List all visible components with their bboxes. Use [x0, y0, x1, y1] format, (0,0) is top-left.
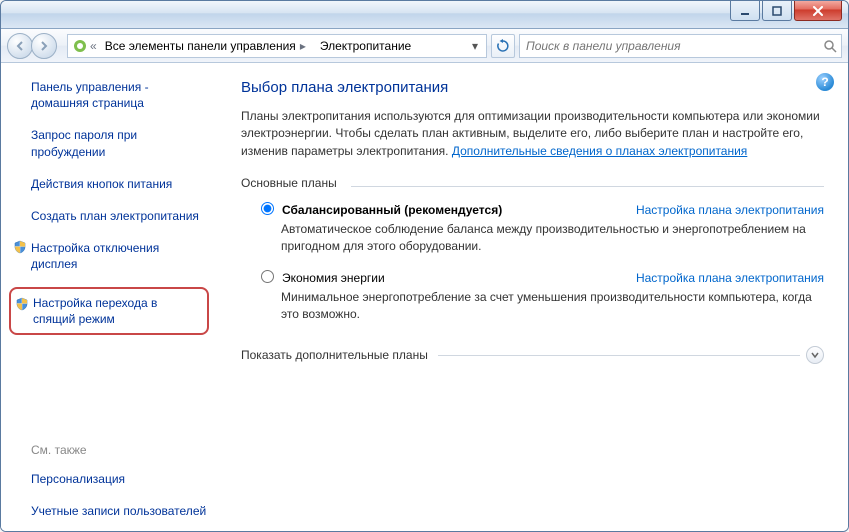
chevron-down-icon [810, 350, 820, 360]
maximize-button[interactable] [762, 1, 792, 21]
show-more-plans-row: Показать дополнительные планы [241, 346, 824, 364]
plan-radio-saver[interactable] [261, 270, 274, 283]
plan-settings-link[interactable]: Настройка плана электропитания [636, 203, 824, 217]
plan-name-label: Экономия энергии [282, 271, 385, 285]
sidebar-link-power-buttons[interactable]: Действия кнопок питания [13, 174, 209, 194]
breadcrumb[interactable]: « Все элементы панели управления ▸ Элект… [67, 34, 487, 58]
plan-radio-balanced[interactable] [261, 202, 274, 215]
minimize-button[interactable] [730, 1, 760, 21]
power-options-icon [72, 38, 88, 54]
help-icon[interactable]: ? [816, 73, 834, 91]
divider [438, 355, 800, 356]
nav-buttons-group [7, 32, 63, 60]
refresh-button[interactable] [491, 34, 515, 58]
window-titlebar [1, 1, 848, 29]
main-content: ? Выбор плана электропитания Планы элект… [217, 63, 848, 531]
power-plan-saver: Экономия энергии Настройка плана электро… [241, 265, 824, 333]
sidebar: Панель управления - домашняя страница За… [1, 63, 217, 531]
sidebar-link-label: Настройка перехода в спящий режим [33, 296, 157, 326]
breadcrumb-dropdown-icon[interactable]: ▾ [468, 39, 482, 53]
show-more-plans-label: Показать дополнительные планы [241, 348, 428, 362]
more-info-link[interactable]: Дополнительные сведения о планах электро… [452, 144, 747, 158]
arrow-left-icon [14, 40, 26, 52]
close-button[interactable] [794, 1, 842, 21]
power-plan-balanced: Сбалансированный (рекомендуется) Настрой… [241, 197, 824, 265]
section-main-plans-label: Основные планы [241, 176, 824, 190]
address-toolbar: « Все элементы панели управления ▸ Элект… [1, 29, 848, 63]
sidebar-link-create-plan[interactable]: Создать план электропитания [13, 206, 209, 226]
refresh-icon [496, 39, 510, 53]
minimize-icon [740, 6, 750, 16]
page-title: Выбор плана электропитания [241, 79, 824, 96]
forward-button[interactable] [31, 33, 57, 59]
maximize-icon [772, 6, 782, 16]
breadcrumb-segment-all-items[interactable]: Все элементы панели управления ▸ [99, 35, 312, 57]
page-description: Планы электропитания используются для оп… [241, 108, 824, 160]
close-icon [812, 6, 824, 16]
back-button[interactable] [7, 33, 33, 59]
shield-icon [13, 240, 27, 254]
breadcrumb-text: Все элементы панели управления [105, 39, 296, 53]
sidebar-link-display-off[interactable]: Настройка отключения дисплея [13, 238, 209, 274]
plan-description: Минимальное энергопотребление за счет ум… [281, 289, 824, 323]
divider [351, 186, 824, 187]
sidebar-link-personalization[interactable]: Персонализация [13, 469, 209, 489]
arrow-right-icon [38, 40, 50, 52]
expand-button[interactable] [806, 346, 824, 364]
control-panel-window: « Все элементы панели управления ▸ Элект… [0, 0, 849, 532]
chevron-left-icon: « [90, 39, 97, 53]
sidebar-see-also-label: См. также [13, 443, 209, 457]
sidebar-link-password-on-wake[interactable]: Запрос пароля при пробуждении [13, 125, 209, 161]
search-icon [823, 39, 837, 53]
search-box[interactable] [519, 34, 842, 58]
breadcrumb-segment-power[interactable]: Электропитание [314, 35, 417, 57]
sidebar-link-sleep-settings[interactable]: Настройка перехода в спящий режим [9, 287, 209, 335]
window-body: Панель управления - домашняя страница За… [1, 63, 848, 531]
sidebar-home-link[interactable]: Панель управления - домашняя страница [13, 77, 209, 113]
breadcrumb-text: Электропитание [320, 39, 411, 53]
search-input[interactable] [524, 38, 817, 54]
sidebar-link-user-accounts[interactable]: Учетные записи пользователей [13, 501, 209, 521]
sidebar-link-label: Настройка отключения дисплея [31, 241, 159, 271]
chevron-right-icon: ▸ [300, 39, 306, 53]
shield-icon [15, 297, 29, 311]
plan-name-label: Сбалансированный (рекомендуется) [282, 203, 502, 217]
plan-description: Автоматическое соблюдение баланса между … [281, 221, 824, 255]
plan-settings-link[interactable]: Настройка плана электропитания [636, 271, 824, 285]
